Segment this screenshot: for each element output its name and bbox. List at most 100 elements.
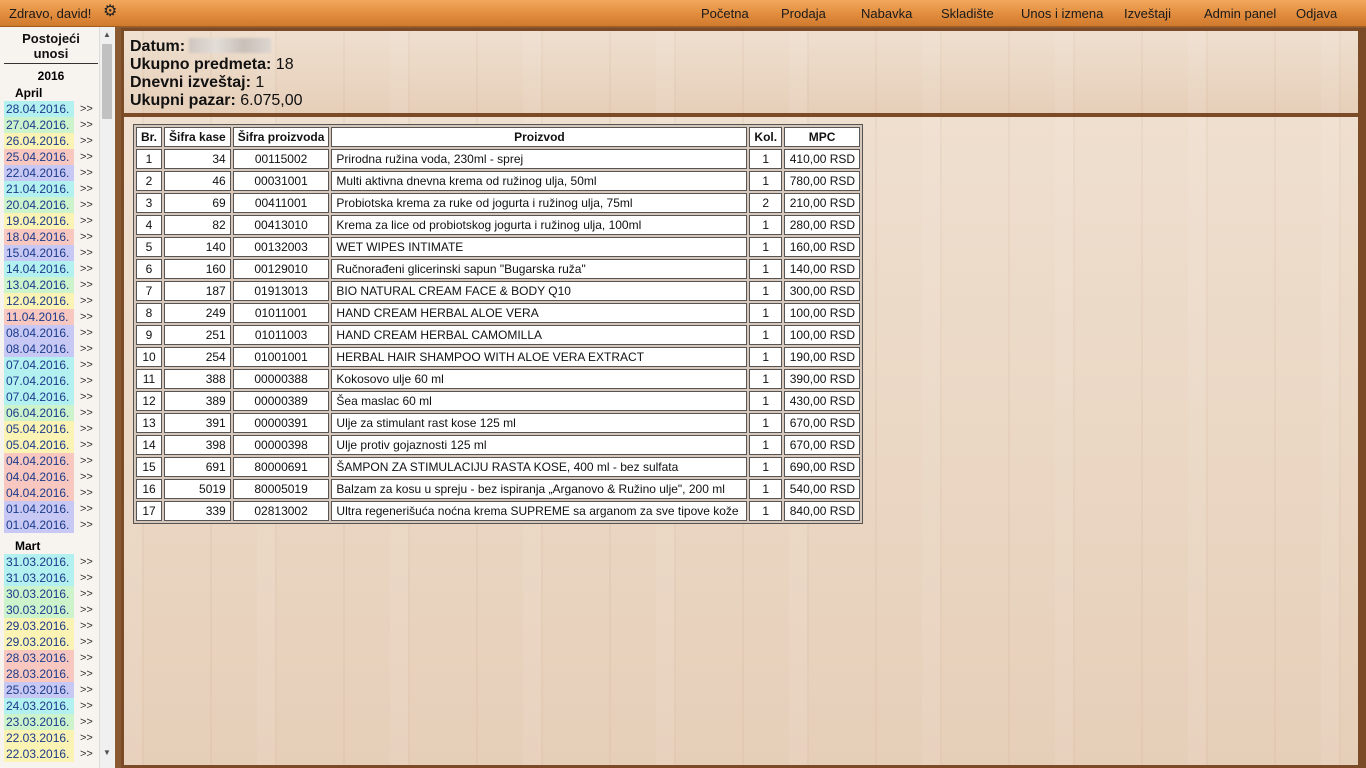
- entry-item[interactable]: 07.04.2016. >>: [4, 373, 98, 389]
- entry-date-link[interactable]: 28.03.2016.: [4, 650, 74, 666]
- entry-date-link[interactable]: 04.04.2016.: [4, 453, 74, 469]
- entry-open-link[interactable]: >>: [80, 341, 93, 357]
- entry-item[interactable]: 01.04.2016. >>: [4, 517, 98, 533]
- entry-open-link[interactable]: >>: [80, 293, 93, 309]
- entry-open-link[interactable]: >>: [80, 714, 93, 730]
- entry-date-link[interactable]: 14.04.2016.: [4, 261, 74, 277]
- entry-open-link[interactable]: >>: [80, 309, 93, 325]
- entry-item[interactable]: 30.03.2016. >>: [4, 586, 98, 602]
- entry-date-link[interactable]: 31.03.2016.: [4, 554, 74, 570]
- entry-date-link[interactable]: 30.03.2016.: [4, 586, 74, 602]
- entry-open-link[interactable]: >>: [80, 586, 93, 602]
- entry-item[interactable]: 22.03.2016. >>: [4, 730, 98, 746]
- entry-item[interactable]: 01.04.2016. >>: [4, 501, 98, 517]
- entry-date-link[interactable]: 20.04.2016.: [4, 197, 74, 213]
- entry-date-link[interactable]: 07.04.2016.: [4, 357, 74, 373]
- entry-item[interactable]: 25.03.2016. >>: [4, 682, 98, 698]
- entry-open-link[interactable]: >>: [80, 698, 93, 714]
- entry-date-link[interactable]: 07.04.2016.: [4, 389, 74, 405]
- entry-date-link[interactable]: 04.04.2016.: [4, 469, 74, 485]
- entry-open-link[interactable]: >>: [80, 517, 93, 533]
- entry-date-link[interactable]: 06.04.2016.: [4, 405, 74, 421]
- entry-open-link[interactable]: >>: [80, 618, 93, 634]
- entry-item[interactable]: 24.03.2016. >>: [4, 698, 98, 714]
- entry-item[interactable]: 28.03.2016. >>: [4, 650, 98, 666]
- entry-item[interactable]: 21.04.2016. >>: [4, 181, 98, 197]
- entry-open-link[interactable]: >>: [80, 421, 93, 437]
- scroll-down-icon[interactable]: ▼: [100, 746, 114, 760]
- entry-item[interactable]: 15.04.2016. >>: [4, 245, 98, 261]
- entry-item[interactable]: 13.04.2016. >>: [4, 277, 98, 293]
- entry-item[interactable]: 07.04.2016. >>: [4, 357, 98, 373]
- entry-date-link[interactable]: 25.03.2016.: [4, 682, 74, 698]
- entry-open-link[interactable]: >>: [80, 229, 93, 245]
- entry-open-link[interactable]: >>: [80, 165, 93, 181]
- entry-date-link[interactable]: 07.04.2016.: [4, 373, 74, 389]
- nav-odjava[interactable]: Odjava: [1296, 6, 1337, 21]
- entry-open-link[interactable]: >>: [80, 485, 93, 501]
- entry-open-link[interactable]: >>: [80, 650, 93, 666]
- entry-item[interactable]: 30.03.2016. >>: [4, 602, 98, 618]
- entry-date-link[interactable]: 24.03.2016.: [4, 698, 74, 714]
- entry-open-link[interactable]: >>: [80, 501, 93, 517]
- entry-date-link[interactable]: 25.04.2016.: [4, 149, 74, 165]
- entry-item[interactable]: 04.04.2016. >>: [4, 485, 98, 501]
- entry-date-link[interactable]: 23.03.2016.: [4, 714, 74, 730]
- entry-date-link[interactable]: 26.04.2016.: [4, 133, 74, 149]
- nav-prodaja[interactable]: Prodaja: [781, 6, 826, 21]
- entry-item[interactable]: 04.04.2016. >>: [4, 469, 98, 485]
- entry-item[interactable]: 20.04.2016. >>: [4, 197, 98, 213]
- entry-date-link[interactable]: 22.04.2016.: [4, 165, 74, 181]
- entry-item[interactable]: 29.03.2016. >>: [4, 634, 98, 650]
- entry-item[interactable]: 26.04.2016. >>: [4, 133, 98, 149]
- entry-open-link[interactable]: >>: [80, 133, 93, 149]
- entry-open-link[interactable]: >>: [80, 101, 93, 117]
- entry-open-link[interactable]: >>: [80, 405, 93, 421]
- entry-open-link[interactable]: >>: [80, 261, 93, 277]
- entry-open-link[interactable]: >>: [80, 181, 93, 197]
- entry-date-link[interactable]: 31.03.2016.: [4, 570, 74, 586]
- entry-open-link[interactable]: >>: [80, 746, 93, 762]
- entry-date-link[interactable]: 22.03.2016.: [4, 730, 74, 746]
- entry-item[interactable]: 27.04.2016. >>: [4, 117, 98, 133]
- entry-open-link[interactable]: >>: [80, 602, 93, 618]
- entry-open-link[interactable]: >>: [80, 277, 93, 293]
- entry-item[interactable]: 08.04.2016. >>: [4, 325, 98, 341]
- entry-date-link[interactable]: 01.04.2016.: [4, 501, 74, 517]
- entry-item[interactable]: 12.04.2016. >>: [4, 293, 98, 309]
- entry-open-link[interactable]: >>: [80, 570, 93, 586]
- entry-date-link[interactable]: 21.04.2016.: [4, 181, 74, 197]
- entry-date-link[interactable]: 04.04.2016.: [4, 485, 74, 501]
- entry-item[interactable]: 31.03.2016. >>: [4, 554, 98, 570]
- entry-item[interactable]: 29.03.2016. >>: [4, 618, 98, 634]
- entry-date-link[interactable]: 05.04.2016.: [4, 437, 74, 453]
- entry-date-link[interactable]: 29.03.2016.: [4, 618, 74, 634]
- entry-open-link[interactable]: >>: [80, 389, 93, 405]
- entry-item[interactable]: 18.04.2016. >>: [4, 229, 98, 245]
- entry-item[interactable]: 28.03.2016. >>: [4, 666, 98, 682]
- entry-item[interactable]: 14.04.2016. >>: [4, 261, 98, 277]
- entry-item[interactable]: 25.04.2016. >>: [4, 149, 98, 165]
- nav-nabavka[interactable]: Nabavka: [861, 6, 912, 21]
- entry-open-link[interactable]: >>: [80, 213, 93, 229]
- scroll-up-icon[interactable]: ▲: [100, 28, 114, 42]
- sidebar-scrollbar[interactable]: ▲ ▼: [99, 27, 114, 768]
- entry-date-link[interactable]: 08.04.2016.: [4, 325, 74, 341]
- entry-date-link[interactable]: 28.03.2016.: [4, 666, 74, 682]
- entry-item[interactable]: 04.04.2016. >>: [4, 453, 98, 469]
- nav-izvestaji[interactable]: Izveštaji: [1124, 6, 1171, 21]
- entry-date-link[interactable]: 15.04.2016.: [4, 245, 74, 261]
- entry-date-link[interactable]: 01.04.2016.: [4, 517, 74, 533]
- entry-open-link[interactable]: >>: [80, 117, 93, 133]
- entry-date-link[interactable]: 29.03.2016.: [4, 634, 74, 650]
- entry-date-link[interactable]: 19.04.2016.: [4, 213, 74, 229]
- entry-item[interactable]: 28.04.2016. >>: [4, 101, 98, 117]
- entry-date-link[interactable]: 13.04.2016.: [4, 277, 74, 293]
- entry-item[interactable]: 06.04.2016. >>: [4, 405, 98, 421]
- entry-open-link[interactable]: >>: [80, 373, 93, 389]
- entry-date-link[interactable]: 12.04.2016.: [4, 293, 74, 309]
- entry-date-link[interactable]: 11.04.2016.: [4, 309, 74, 325]
- entry-date-link[interactable]: 05.04.2016.: [4, 421, 74, 437]
- entry-item[interactable]: 08.04.2016. >>: [4, 341, 98, 357]
- entry-open-link[interactable]: >>: [80, 730, 93, 746]
